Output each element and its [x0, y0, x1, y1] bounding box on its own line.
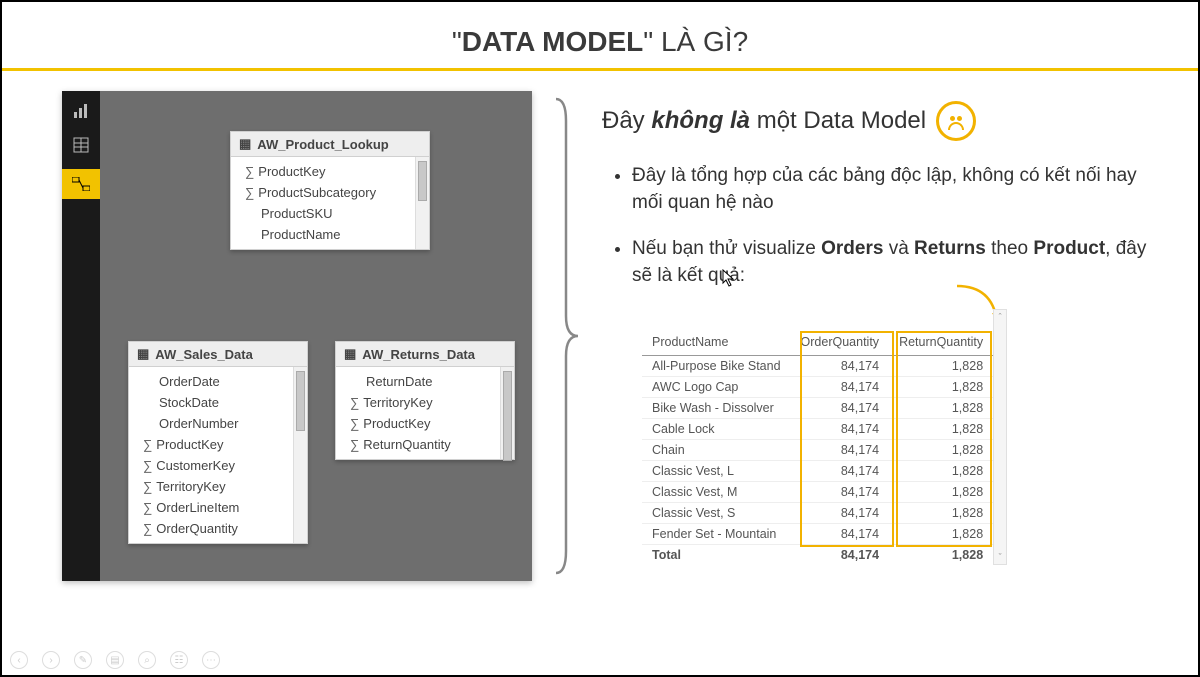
table-returns-data[interactable]: ▦ AW_Returns_Data ReturnDate ∑ TerritoryKey…: [335, 341, 515, 460]
sigma-icon: ∑: [143, 521, 152, 536]
col-productname: ProductName: [642, 329, 791, 356]
table-row: Fender Set - Mountain84,1741,828: [642, 524, 993, 545]
scrollbar[interactable]: [293, 367, 307, 543]
field-item[interactable]: ∑ ProductKey: [129, 434, 293, 455]
field-label: TerritoryKey: [156, 479, 225, 494]
curly-brace-icon: [552, 91, 582, 581]
field-label: OrderNumber: [159, 416, 238, 431]
sad-face-icon: [936, 101, 976, 141]
report-view-icon[interactable]: [71, 101, 91, 121]
sigma-icon: ∑: [350, 416, 359, 431]
field-item[interactable]: ∑ ProductKey: [336, 413, 500, 434]
sigma-icon: ∑: [143, 458, 152, 473]
headline: Đây không là một Data Model: [602, 101, 1148, 141]
table-row: Classic Vest, M84,1741,828: [642, 482, 993, 503]
next-slide-button[interactable]: ›: [42, 651, 60, 669]
sigma-icon: ∑: [245, 185, 254, 200]
presenter-toolbar: ‹ › ✎ ▤ ⌕ ☷ ⋯: [10, 651, 220, 669]
zoom-button[interactable]: ⌕: [138, 651, 156, 669]
sigma-icon: ∑: [143, 479, 152, 494]
slide-title: "DATA MODEL" LÀ GÌ?: [2, 2, 1198, 68]
powerbi-model-canvas: ▦ AW_Product_Lookup ∑ ProductKey ∑ ProductSu…: [62, 91, 532, 581]
pen-button[interactable]: ✎: [74, 651, 92, 669]
field-item[interactable]: ReturnDate: [336, 371, 500, 392]
field-label: ProductSubcategory: [258, 185, 376, 200]
sigma-icon: ∑: [350, 395, 359, 410]
table-row: Classic Vest, S84,1741,828: [642, 503, 993, 524]
sigma-icon: ∑: [143, 437, 152, 452]
field-item[interactable]: StockDate: [129, 392, 293, 413]
table-icon: ▦: [239, 136, 251, 152]
table-row: Classic Vest, L84,1741,828: [642, 461, 993, 482]
field-label: OrderQuantity: [156, 521, 238, 536]
powerbi-view-switcher: [62, 91, 100, 581]
bullet-list: Đây là tổng hợp của các bảng độc lập, kh…: [632, 163, 1148, 289]
scrollbar[interactable]: [500, 367, 514, 459]
subtitle-button[interactable]: ☷: [170, 651, 188, 669]
bullet-2: Nếu bạn thử visualize Orders và Returns …: [632, 236, 1148, 289]
table-title: AW_Sales_Data: [155, 347, 253, 362]
table-title: AW_Product_Lookup: [257, 137, 388, 152]
field-label: OrderDate: [159, 374, 220, 389]
table-title: AW_Returns_Data: [362, 347, 475, 362]
field-item[interactable]: ProductSKU: [231, 203, 415, 224]
field-item[interactable]: ∑ TerritoryKey: [129, 476, 293, 497]
field-label: ProductName: [261, 227, 340, 242]
field-item[interactable]: OrderNumber: [129, 413, 293, 434]
field-item[interactable]: ∑ ProductKey: [231, 161, 415, 182]
table-row: Cable Lock84,1741,828: [642, 419, 993, 440]
field-label: ReturnQuantity: [363, 437, 450, 452]
table-icon: ▦: [344, 346, 356, 362]
cursor-icon: [722, 269, 736, 290]
field-item[interactable]: ∑ TerritoryKey: [336, 392, 500, 413]
field-label: ProductKey: [363, 416, 430, 431]
result-visual-table: ProductName OrderQuantity ReturnQuantity…: [642, 329, 993, 565]
scrollbar[interactable]: [415, 157, 429, 249]
field-label: TerritoryKey: [363, 395, 432, 410]
model-view-icon[interactable]: [62, 169, 100, 199]
field-item[interactable]: ∑ ProductSubcategory: [231, 182, 415, 203]
table-icon: ▦: [137, 346, 149, 362]
table-product-lookup[interactable]: ▦ AW_Product_Lookup ∑ ProductKey ∑ ProductSu…: [230, 131, 430, 250]
table-row: Bike Wash - Dissolver84,1741,828: [642, 398, 993, 419]
field-item[interactable]: ∑ OrderLineItem: [129, 497, 293, 518]
table-sales-data[interactable]: ▦ AW_Sales_Data OrderDate StockDate OrderNu…: [128, 341, 308, 544]
prev-slide-button[interactable]: ‹: [10, 651, 28, 669]
field-item[interactable]: ∑ ReturnQuantity: [336, 434, 500, 455]
col-orderqty: OrderQuantity: [791, 329, 890, 356]
table-total-row: Total84,1741,828: [642, 545, 993, 566]
col-returnqty: ReturnQuantity: [889, 329, 993, 356]
field-label: ReturnDate: [366, 374, 432, 389]
data-view-icon[interactable]: [71, 135, 91, 155]
table-row: AWC Logo Cap84,1741,828: [642, 377, 993, 398]
field-label: ProductSKU: [261, 206, 333, 221]
slides-button[interactable]: ▤: [106, 651, 124, 669]
field-item[interactable]: ProductName: [231, 224, 415, 245]
field-label: CustomerKey: [156, 458, 235, 473]
field-label: ProductKey: [258, 164, 325, 179]
field-item[interactable]: ∑ OrderQuantity: [129, 518, 293, 539]
field-label: StockDate: [159, 395, 219, 410]
field-label: ProductKey: [156, 437, 223, 452]
table-scrollbar[interactable]: ˆˇ: [993, 309, 1007, 565]
table-row: Chain84,1741,828: [642, 440, 993, 461]
field-item[interactable]: OrderDate: [129, 371, 293, 392]
sigma-icon: ∑: [143, 500, 152, 515]
title-underline: [2, 68, 1198, 71]
sigma-icon: ∑: [245, 164, 254, 179]
sigma-icon: ∑: [350, 437, 359, 452]
bullet-1: Đây là tổng hợp của các bảng độc lập, kh…: [632, 163, 1148, 216]
field-label: OrderLineItem: [156, 500, 239, 515]
more-button[interactable]: ⋯: [202, 651, 220, 669]
field-item[interactable]: ∑ CustomerKey: [129, 455, 293, 476]
table-row: All-Purpose Bike Stand84,1741,828: [642, 356, 993, 377]
